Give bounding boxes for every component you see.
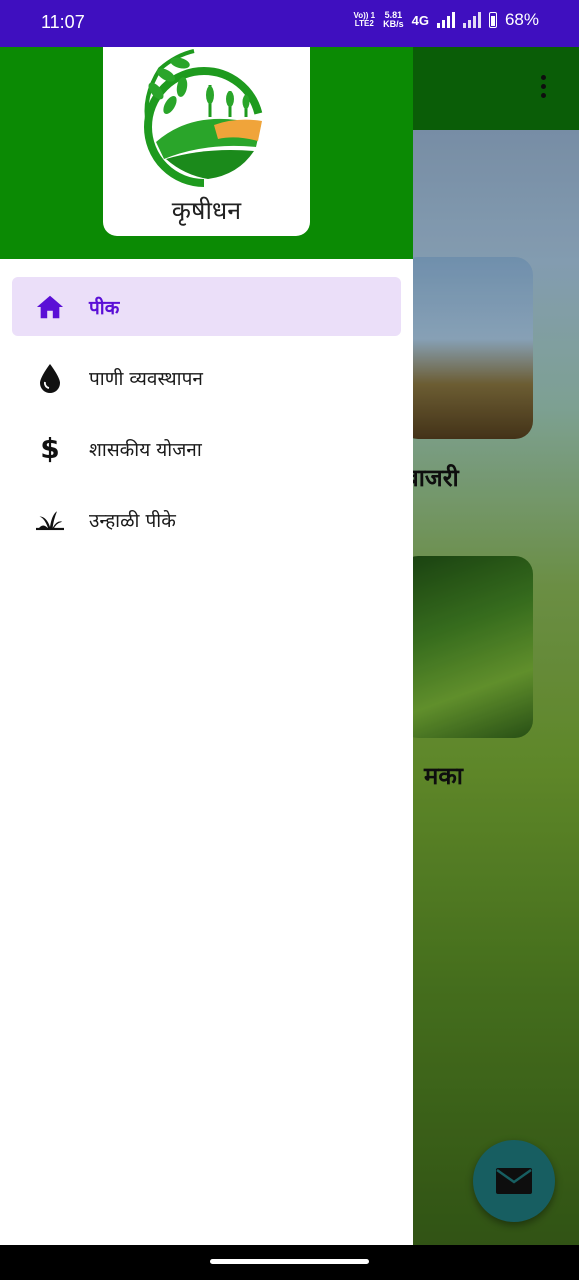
network-type: 4G bbox=[411, 12, 429, 28]
dollar-icon: $ bbox=[40, 432, 60, 465]
battery-percent: 68% bbox=[504, 10, 539, 29]
home-gesture-handle[interactable] bbox=[210, 1259, 369, 1264]
drawer-item-label: पाणी व्यवस्थापन bbox=[89, 367, 203, 390]
drawer-item-water-management[interactable]: पाणी व्यवस्थापन bbox=[12, 348, 401, 407]
network-speed: 5.81 KB/s bbox=[383, 10, 404, 29]
drawer-item-crops[interactable]: पीक bbox=[12, 277, 401, 336]
battery-icon bbox=[488, 12, 497, 28]
drawer-item-label: पीक bbox=[89, 296, 120, 319]
navigation-drawer: कृषीधन पीक पाणी व्यवस्थापन $ शासकीय योजन… bbox=[0, 47, 413, 1245]
home-icon bbox=[36, 293, 64, 321]
drawer-item-summer-crops[interactable]: उन्हाळी पीके bbox=[12, 490, 401, 549]
status-time: 11:07 bbox=[41, 12, 85, 32]
system-nav-bar bbox=[0, 1245, 579, 1280]
signal-icon bbox=[436, 12, 455, 28]
signal-icon bbox=[462, 12, 481, 28]
drawer-item-label: उन्हाळी पीके bbox=[89, 509, 176, 532]
status-bar: 11:07 Vo)) 1 LTE2 5.81 KB/s 4G 68% bbox=[0, 0, 579, 47]
app-name: कृषीधन bbox=[171, 196, 242, 225]
drawer-menu: पीक पाणी व्यवस्थापन $ शासकीय योजना उन्हा… bbox=[0, 277, 413, 561]
drawer-header: कृषीधन bbox=[0, 47, 413, 259]
water-drop-icon bbox=[36, 363, 64, 393]
volte-indicator: Vo)) 1 LTE2 bbox=[353, 11, 376, 28]
drawer-item-label: शासकीय योजना bbox=[89, 438, 202, 461]
drawer-item-govt-schemes[interactable]: $ शासकीय योजना bbox=[12, 419, 401, 478]
app-logo: कृषीधन bbox=[103, 47, 310, 236]
status-icons: Vo)) 1 LTE2 5.81 KB/s 4G 68% bbox=[353, 10, 539, 30]
logo-emblem-icon bbox=[144, 49, 264, 187]
grass-icon bbox=[36, 506, 64, 534]
